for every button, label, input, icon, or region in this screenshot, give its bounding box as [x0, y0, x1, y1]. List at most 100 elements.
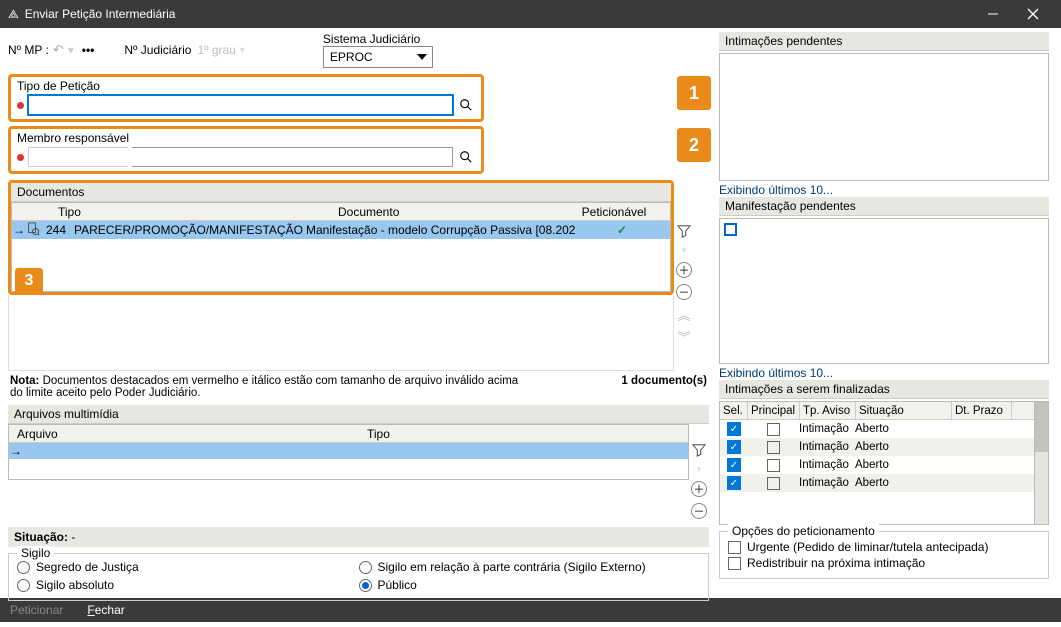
row-num: 244 — [44, 223, 74, 237]
finalizadas-grid[interactable]: Sel. Principal Tp. Aviso Situação Dt. Pr… — [719, 401, 1035, 525]
row-documento: Manifestação - modelo Corrupção Passiva … — [306, 223, 592, 237]
checkbox-checked-icon[interactable]: ✓ — [727, 476, 741, 490]
sistema-select[interactable]: EPROC — [323, 46, 433, 68]
back-icon[interactable]: ↶ — [53, 42, 64, 58]
opcoes-group: Opções do peticionamento Urgente (Pedido… — [719, 531, 1049, 579]
top-row: Nº MP : ↶ ▾ ••• Nº Judiciário 1º grau ▾ … — [8, 32, 709, 68]
intimacoes-finalizadas-title: Intimações a serem finalizadas — [719, 380, 1049, 399]
documento-row[interactable]: → 244 PARECER/PROMOÇÃO/MANIFESTAÇÃO MINI… — [12, 221, 670, 239]
membro-label: Membro responsável — [17, 131, 475, 145]
check-redistribuir[interactable]: Redistribuir na próxima intimação — [728, 556, 1040, 570]
app-icon: ⟁ — [8, 7, 19, 22]
tipo-peticao-input[interactable] — [28, 95, 453, 115]
tipo-peticao-search-button[interactable] — [457, 96, 475, 114]
callout-tag-3: 3 — [15, 268, 43, 294]
filter-button[interactable] — [676, 223, 692, 239]
chevron-down-icon: ▾ — [240, 45, 245, 56]
scrollbar[interactable] — [1035, 401, 1049, 525]
row-sit: Aberto — [855, 423, 951, 435]
radio-publico[interactable]: Público — [359, 578, 701, 592]
documentos-grid[interactable]: Tipo Documento Peticionável → 244 PARECE… — [11, 202, 671, 292]
footer: Peticionar Fechar — [0, 598, 1061, 622]
documentos-note: Nota: Documentos destacados em vermelho … — [8, 371, 709, 403]
membro-group: Membro responsável 2 — [8, 126, 709, 174]
search-icon — [459, 98, 473, 112]
row-tp: Intimação — [799, 441, 855, 453]
membro-search-button[interactable] — [457, 148, 475, 166]
exibindo-link-1[interactable]: Exibindo últimos 10... — [719, 183, 1049, 197]
sistema-group: Sistema Judiciário EPROC — [323, 32, 433, 68]
manifestacao-item[interactable] — [724, 223, 737, 236]
callout-tag-2: 2 — [677, 128, 711, 162]
arquivo-row[interactable]: → — [9, 443, 688, 459]
required-dot-icon — [17, 154, 24, 161]
finalizada-row[interactable]: ✓ IntimaçãoAberto — [720, 438, 1034, 456]
intimacoes-pendentes-title: Intimações pendentes — [719, 32, 1049, 51]
finalizada-row[interactable]: ✓ IntimaçãoAberto — [720, 474, 1034, 492]
membro-input[interactable] — [132, 147, 453, 167]
peticionar-button[interactable]: Peticionar — [10, 603, 63, 617]
row-tp: Intimação — [799, 459, 855, 471]
row-sit: Aberto — [855, 459, 951, 471]
funnel-icon — [677, 224, 691, 238]
row-pointer-icon: → — [9, 444, 23, 458]
required-dot-icon — [17, 102, 24, 109]
remove-button[interactable]: － — [691, 503, 707, 519]
checkbox-principal[interactable] — [767, 423, 780, 436]
checkbox-checked-icon[interactable]: ✓ — [727, 422, 741, 436]
funnel-icon — [692, 443, 706, 457]
radio-segredo[interactable]: Segredo de Justiça — [17, 560, 359, 574]
exibindo-link-2[interactable]: Exibindo últimos 10... — [719, 366, 1049, 380]
checkbox-principal[interactable] — [767, 477, 780, 490]
radio-externo[interactable]: Sigilo em relação à parte contrária (Sig… — [359, 560, 701, 574]
sistema-label: Sistema Judiciário — [323, 32, 433, 46]
intimacoes-pendentes-box — [719, 53, 1049, 181]
checkbox-principal[interactable] — [767, 459, 780, 472]
move-up-button[interactable]: ︽ — [676, 306, 692, 322]
document-type-icon — [26, 222, 44, 239]
finalizada-row[interactable]: ✓IntimaçãoAberto — [720, 420, 1034, 438]
chevron-down-icon: ▾ — [68, 43, 74, 57]
col-documento: Documento — [334, 205, 574, 219]
situacao-bar: Situação: - — [8, 527, 709, 547]
row-sit: Aberto — [855, 477, 951, 489]
nmp-label: Nº MP : — [8, 43, 49, 57]
row-sit: Aberto — [855, 441, 951, 453]
documentos-count: 1 documento(s) — [621, 375, 707, 387]
search-icon — [459, 150, 473, 164]
move-down-button[interactable]: ︾ — [676, 328, 692, 344]
documentos-grid-extra — [8, 295, 674, 371]
checkbox-checked-icon[interactable]: ✓ — [727, 458, 741, 472]
fechar-button[interactable]: Fechar — [87, 603, 124, 617]
filter-button[interactable] — [691, 442, 707, 458]
close-button[interactable] — [1013, 0, 1053, 28]
add-button[interactable]: ＋ — [676, 262, 692, 278]
tipo-peticao-group: Tipo de Petição 1 — [8, 74, 709, 122]
checkbox-principal[interactable] — [767, 441, 780, 454]
callout-tag-1: 1 — [677, 76, 711, 110]
arquivos-title: Arquivos multimídia — [8, 405, 709, 424]
col-peticionavel: Peticionável — [574, 205, 654, 219]
col-arquivo: Arquivo — [9, 427, 359, 441]
sigilo-group: Sigilo Segredo de Justiça Sigilo absolut… — [8, 553, 709, 601]
window-title: Enviar Petição Intermediária — [25, 7, 176, 21]
add-button[interactable]: ＋ — [691, 481, 707, 497]
manifestacao-pendentes-box — [719, 218, 1049, 364]
finalizadas-header: Sel. Principal Tp. Aviso Situação Dt. Pr… — [720, 402, 1034, 420]
close-icon — [1027, 8, 1039, 20]
remove-button[interactable]: － — [676, 284, 692, 300]
grau-label: 1º grau — [197, 43, 235, 57]
minimize-button[interactable] — [973, 0, 1013, 28]
arquivos-grid[interactable]: Arquivo Tipo → — [8, 424, 689, 480]
checkbox-checked-icon[interactable]: ✓ — [727, 440, 741, 454]
col-tipo-arq: Tipo — [359, 427, 639, 441]
documentos-header: Tipo Documento Peticionável — [12, 203, 670, 221]
check-urgente[interactable]: Urgente (Pedido de liminar/tutela anteci… — [728, 540, 1040, 554]
finalizada-row[interactable]: ✓ IntimaçãoAberto — [720, 456, 1034, 474]
manifestacao-pendentes-title: Manifestação pendentes — [719, 197, 1049, 216]
radio-absoluto[interactable]: Sigilo absoluto — [17, 578, 359, 592]
sigilo-legend: Sigilo — [17, 546, 54, 560]
row-tp: Intimação — [799, 477, 855, 489]
more-button[interactable]: ••• — [78, 43, 99, 57]
col-tipo: Tipo — [54, 205, 334, 219]
